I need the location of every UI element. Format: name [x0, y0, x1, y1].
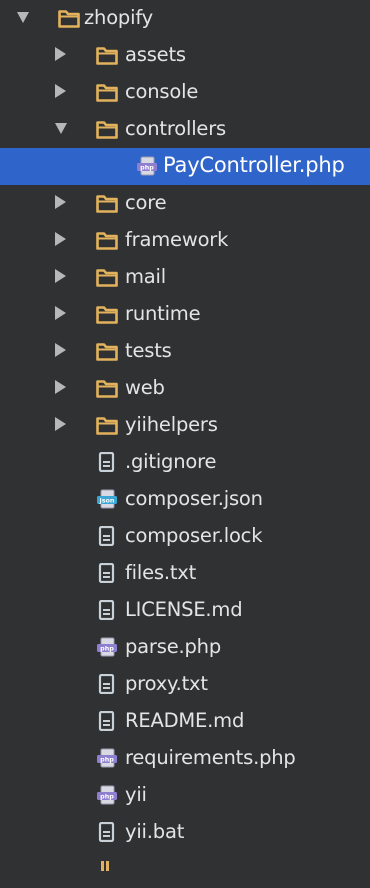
tree-item-label: parse.php [125, 635, 222, 658]
folder-icon [96, 378, 118, 398]
folder-icon [96, 267, 118, 287]
tree-item-parse-php[interactable]: php parse.php [0, 629, 370, 666]
tree-item-label: composer.lock [125, 524, 263, 547]
folder-icon [96, 415, 118, 435]
chevron-right-icon[interactable] [55, 195, 66, 209]
tree-item-paycontroller-php[interactable]: php PayController.php [0, 148, 370, 185]
svg-text:json: json [99, 497, 115, 505]
tree-item-yii[interactable]: php yii [0, 777, 370, 814]
chevron-right-icon[interactable] [55, 84, 66, 98]
tree-item-label: tests [125, 339, 172, 362]
text-file-icon [96, 451, 118, 473]
svg-text:php: php [140, 164, 154, 172]
tree-item-label: runtime [125, 302, 201, 325]
folder-icon [96, 82, 118, 102]
folder-icon [96, 341, 118, 361]
tree-item-label: mail [125, 265, 166, 288]
chevron-right-icon[interactable] [55, 232, 66, 246]
tree-item-label: PayController.php [163, 153, 345, 177]
tree-item-label: assets [125, 43, 186, 66]
tree-item-label: yii [125, 783, 147, 806]
text-file-icon [96, 562, 118, 584]
tree-item-composer-json[interactable]: json composer.json [0, 481, 370, 518]
svg-text:php: php [100, 756, 114, 764]
tree-item-label: requirements.php [125, 746, 296, 769]
tree-item-runtime[interactable]: runtime [0, 296, 370, 333]
file-icon [96, 859, 118, 879]
tree-item-label: composer.json [125, 487, 263, 510]
folder-icon [96, 193, 118, 213]
chevron-right-icon[interactable] [55, 343, 66, 357]
tree-item-gitignore[interactable]: .gitignore [0, 444, 370, 481]
folder-icon [96, 45, 118, 65]
tree-item-partial[interactable] [0, 851, 370, 888]
php-file-icon: php [96, 785, 118, 805]
tree-item-console[interactable]: console [0, 74, 370, 111]
chevron-right-icon[interactable] [55, 269, 66, 283]
tree-item-proxy-txt[interactable]: proxy.txt [0, 666, 370, 703]
tree-item-core[interactable]: core [0, 185, 370, 222]
svg-text:php: php [100, 793, 114, 801]
text-file-icon [96, 821, 118, 843]
folder-icon [96, 230, 118, 250]
tree-item-web[interactable]: web [0, 370, 370, 407]
tree-item-yii-bat[interactable]: yii.bat [0, 814, 370, 851]
chevron-right-icon[interactable] [55, 417, 66, 431]
tree-item-requirements-php[interactable]: php requirements.php [0, 740, 370, 777]
tree-item-tests[interactable]: tests [0, 333, 370, 370]
tree-item-label: README.md [125, 709, 245, 732]
tree-item-files-txt[interactable]: files.txt [0, 555, 370, 592]
tree-item-assets[interactable]: assets [0, 37, 370, 74]
text-file-icon [96, 599, 118, 621]
tree-item-mail[interactable]: mail [0, 259, 370, 296]
tree-item-license-md[interactable]: LICENSE.md [0, 592, 370, 629]
folder-icon [96, 119, 118, 139]
tree-item-label: zhopify [84, 6, 153, 29]
tree-item-zhopify[interactable]: zhopify [0, 0, 370, 37]
chevron-right-icon[interactable] [55, 380, 66, 394]
text-file-icon [96, 673, 118, 695]
chevron-right-icon[interactable] [55, 306, 66, 320]
tree-item-label: console [125, 80, 199, 103]
chevron-right-icon[interactable] [55, 47, 66, 61]
php-file-icon: php [136, 156, 158, 176]
tree-item-label: framework [125, 228, 229, 251]
tree-item-label: web [125, 376, 165, 399]
tree-item-label: LICENSE.md [125, 598, 243, 621]
tree-item-label: .gitignore [125, 450, 217, 473]
tree-item-controllers[interactable]: controllers [0, 111, 370, 148]
folder-icon [96, 304, 118, 324]
text-file-icon [96, 525, 118, 547]
php-file-icon: php [96, 748, 118, 768]
tree-item-label: yiihelpers [125, 413, 218, 436]
tree-item-label: files.txt [125, 561, 197, 584]
text-file-icon [96, 710, 118, 732]
tree-item-label: core [125, 191, 167, 214]
json-file-icon: json [96, 489, 118, 509]
tree-item-label: proxy.txt [125, 672, 208, 695]
php-file-icon: php [96, 637, 118, 657]
chevron-down-icon[interactable] [17, 12, 29, 23]
tree-item-composer-lock[interactable]: composer.lock [0, 518, 370, 555]
svg-text:php: php [100, 645, 114, 653]
tree-item-label: controllers [125, 117, 226, 140]
tree-item-label: yii.bat [125, 820, 185, 843]
tree-item-readme-md[interactable]: README.md [0, 703, 370, 740]
chevron-down-icon[interactable] [55, 123, 67, 134]
folder-icon [58, 8, 80, 28]
tree-item-framework[interactable]: framework [0, 222, 370, 259]
tree-item-yiihelpers[interactable]: yiihelpers [0, 407, 370, 444]
